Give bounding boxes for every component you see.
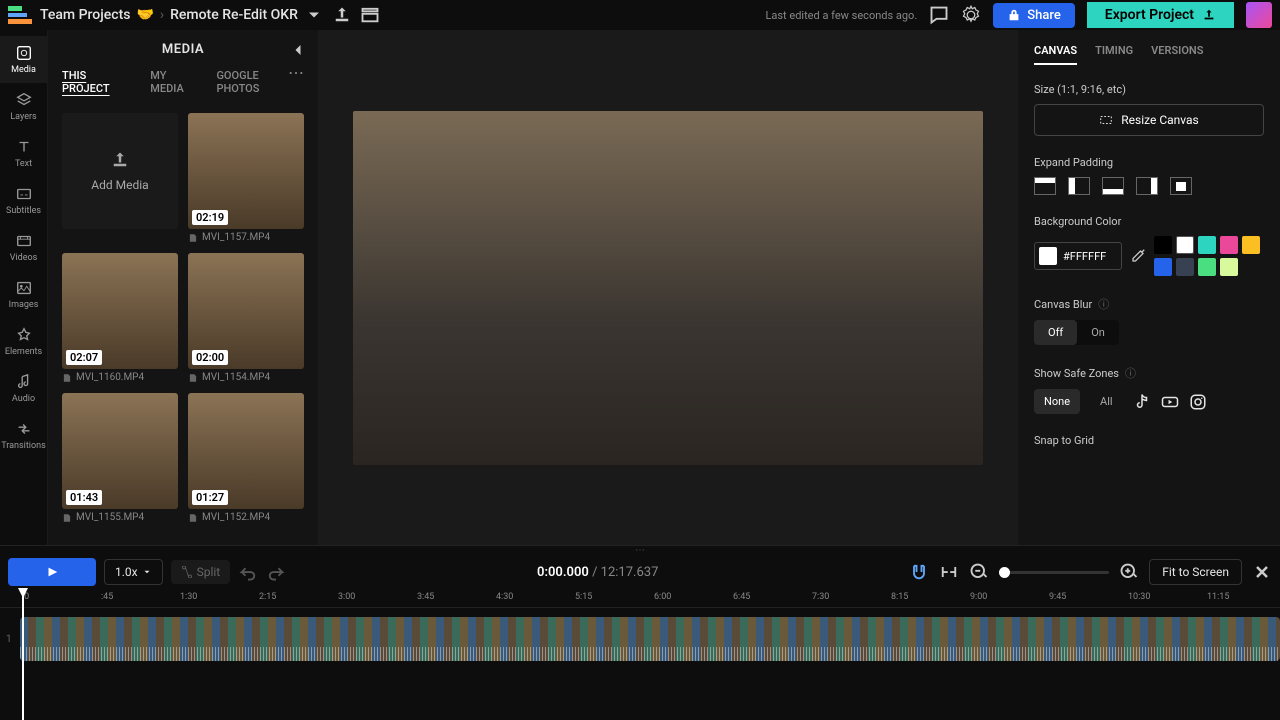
trim-icon[interactable] xyxy=(939,562,959,582)
tool-transitions[interactable]: Transitions xyxy=(0,412,47,459)
tool-subtitles[interactable]: Subtitles xyxy=(0,177,47,224)
timeline-drag-handle[interactable]: ⋯ xyxy=(0,546,1280,554)
media-item[interactable]: 02:19 MVI_1157.MP4 xyxy=(188,113,304,243)
padding-label: Expand Padding xyxy=(1034,156,1264,169)
timeline-ruler[interactable]: :0:451:302:153:003:454:305:156:006:457:3… xyxy=(0,590,1280,608)
chevron-down-icon[interactable] xyxy=(304,5,324,25)
zoom-in-icon[interactable] xyxy=(1119,562,1139,582)
media-item[interactable]: 01:27 MVI_1152.MP4 xyxy=(188,393,304,523)
tool-layers[interactable]: Layers xyxy=(0,83,47,130)
app-logo[interactable] xyxy=(8,6,32,24)
speed-button[interactable]: 1.0x xyxy=(104,559,163,585)
media-item[interactable]: 01:43 MVI_1155.MP4 xyxy=(62,393,178,523)
safezones-label: Show Safe Zones xyxy=(1034,367,1119,380)
team-name[interactable]: Team Projects xyxy=(40,7,130,23)
youtube-icon[interactable] xyxy=(1161,393,1179,411)
eyedropper-icon[interactable] xyxy=(1128,246,1148,266)
template-icon[interactable] xyxy=(360,5,380,25)
properties-panel: CANVAS TIMING VERSIONS Size (1:1, 9:16, … xyxy=(1018,30,1280,545)
zoom-slider[interactable] xyxy=(999,571,1109,574)
fit-to-screen-button[interactable]: Fit to Screen xyxy=(1149,559,1242,585)
media-item[interactable]: 02:00 MVI_1154.MP4 xyxy=(188,253,304,383)
zoom-out-icon[interactable] xyxy=(969,562,989,582)
bgcolor-field[interactable] xyxy=(1063,250,1117,263)
redo-icon[interactable] xyxy=(266,562,286,582)
tool-images[interactable]: Images xyxy=(0,271,47,318)
more-icon[interactable]: ⋯ xyxy=(288,63,304,82)
tool-videos[interactable]: Videos xyxy=(0,224,47,271)
breadcrumb-sep: › xyxy=(160,7,164,23)
blur-label: Canvas Blur xyxy=(1034,298,1092,311)
breadcrumb: Team Projects 🤝 › Remote Re-Edit OKR xyxy=(40,5,324,25)
info-icon[interactable]: ⓘ xyxy=(1098,296,1109,312)
timeline: ⋯ 1.0x Split 0:00.000 / 12:17.637 Fit to… xyxy=(0,545,1280,720)
tab-this-project[interactable]: THIS PROJECT xyxy=(62,69,136,95)
color-swatch[interactable] xyxy=(1198,258,1216,276)
handshake-icon: 🤝 xyxy=(136,7,153,23)
blur-off[interactable]: Off xyxy=(1034,320,1077,345)
size-label: Size (1:1, 9:16, etc) xyxy=(1034,83,1264,96)
upload-icon[interactable] xyxy=(332,5,352,25)
undo-icon[interactable] xyxy=(238,562,258,582)
padding-center[interactable] xyxy=(1170,177,1192,195)
play-button[interactable] xyxy=(8,558,96,586)
color-swatch[interactable] xyxy=(1242,236,1260,254)
tiktok-icon[interactable] xyxy=(1133,393,1151,411)
color-swatch[interactable] xyxy=(1154,236,1172,254)
settings-icon[interactable] xyxy=(961,5,981,25)
playhead[interactable] xyxy=(22,590,24,720)
share-button[interactable]: Share xyxy=(993,3,1075,28)
color-swatch[interactable] xyxy=(1220,236,1238,254)
split-button[interactable]: Split xyxy=(171,560,231,584)
preview-area xyxy=(318,30,1018,545)
project-name[interactable]: Remote Re-Edit OKR xyxy=(170,7,298,23)
media-item[interactable]: 02:07 MVI_1160.MP4 xyxy=(62,253,178,383)
tab-versions[interactable]: VERSIONS xyxy=(1151,44,1203,65)
tool-audio[interactable]: Audio xyxy=(0,365,47,412)
collapse-panel-icon[interactable] xyxy=(288,40,308,60)
timeline-clips[interactable] xyxy=(20,617,1280,661)
tab-canvas[interactable]: CANVAS xyxy=(1034,44,1077,65)
bgcolor-input[interactable] xyxy=(1034,242,1122,270)
instagram-icon[interactable] xyxy=(1189,393,1207,411)
tab-my-media[interactable]: MY MEDIA xyxy=(150,69,202,95)
tab-timing[interactable]: TIMING xyxy=(1095,44,1133,65)
color-swatch[interactable] xyxy=(1220,258,1238,276)
snap-label: Snap to Grid xyxy=(1034,434,1264,447)
color-swatch[interactable] xyxy=(1176,236,1194,254)
blur-on[interactable]: On xyxy=(1077,320,1119,345)
padding-right[interactable] xyxy=(1136,177,1158,195)
color-swatch[interactable] xyxy=(1198,236,1216,254)
color-swatch[interactable] xyxy=(1176,258,1194,276)
media-title: MEDIA xyxy=(162,42,204,57)
add-media-button[interactable]: Add Media xyxy=(62,113,178,243)
timeline-time: 0:00.000 / 12:17.637 xyxy=(537,565,658,580)
tool-text[interactable]: Text xyxy=(0,130,47,177)
color-swatch[interactable] xyxy=(1154,258,1172,276)
resize-canvas-button[interactable]: Resize Canvas xyxy=(1034,104,1264,136)
comment-icon[interactable] xyxy=(929,5,949,25)
tool-sidebar: Media Layers Text Subtitles Videos Image… xyxy=(0,30,48,545)
bgcolor-label: Background Color xyxy=(1034,215,1264,228)
timeline-track[interactable]: 1 xyxy=(20,614,1280,664)
user-avatar[interactable] xyxy=(1246,2,1272,28)
preview-video[interactable] xyxy=(353,111,983,465)
media-panel: MEDIA THIS PROJECT MY MEDIA GOOGLE PHOTO… xyxy=(48,30,318,545)
tool-media[interactable]: Media xyxy=(0,36,47,83)
info-icon[interactable]: ⓘ xyxy=(1125,365,1136,381)
tool-elements[interactable]: Elements xyxy=(0,318,47,365)
last-edited-text: Last edited a few seconds ago. xyxy=(765,9,917,22)
padding-bottom[interactable] xyxy=(1102,177,1124,195)
safezone-all[interactable]: All xyxy=(1090,389,1123,414)
padding-left[interactable] xyxy=(1068,177,1090,195)
export-button[interactable]: Export Project xyxy=(1087,2,1234,28)
close-icon[interactable] xyxy=(1252,562,1272,582)
padding-top[interactable] xyxy=(1034,177,1056,195)
magnet-icon[interactable] xyxy=(909,562,929,582)
safezone-none[interactable]: None xyxy=(1034,389,1080,414)
